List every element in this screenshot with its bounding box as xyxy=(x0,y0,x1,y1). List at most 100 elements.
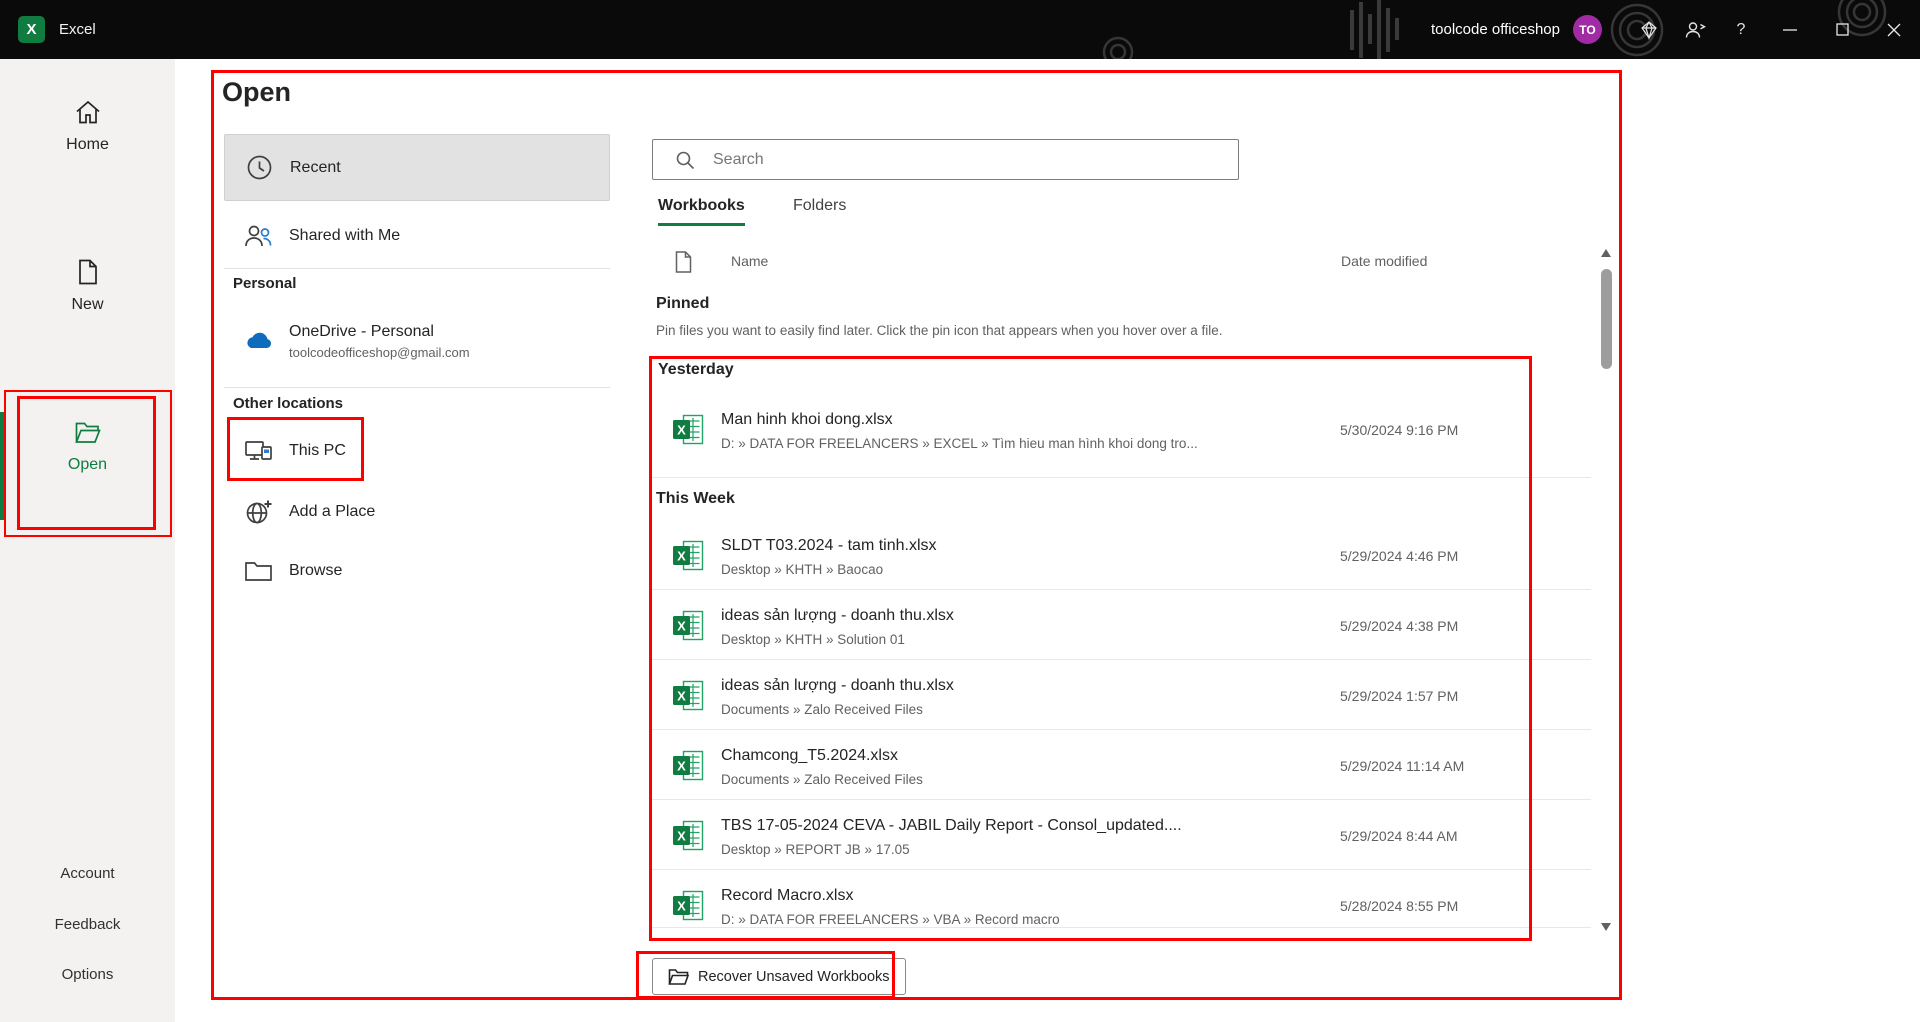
backstage-sidebar: Home New Open Account Feedback Options xyxy=(0,59,175,1022)
minimize-button[interactable] xyxy=(1764,0,1816,59)
scroll-down-arrow[interactable] xyxy=(1601,923,1611,931)
titlebar: X Excel toolcode officeshop TO ? xyxy=(0,0,1920,59)
location-onedrive[interactable]: OneDrive - Personal toolcodeofficeshop@g… xyxy=(224,305,610,377)
maximize-button[interactable] xyxy=(1816,0,1868,59)
excel-window: X Excel toolcode officeshop TO ? Home Ne… xyxy=(0,0,1920,1022)
file-row[interactable]: X Chamcong_T5.2024.xlsx Documents » Zalo… xyxy=(649,730,1591,800)
file-name: Chamcong_T5.2024.xlsx xyxy=(721,747,898,764)
divider xyxy=(224,268,610,269)
excel-logo-icon: X xyxy=(18,16,45,43)
file-date: 5/29/2024 11:14 AM xyxy=(1340,758,1465,774)
search-input[interactable] xyxy=(713,150,1238,169)
sidebar-item-home[interactable]: Home xyxy=(0,97,175,154)
sidebar-item-label: Open xyxy=(67,456,108,473)
file-date: 5/30/2024 9:16 PM xyxy=(1340,422,1459,438)
account-name[interactable]: toolcode officeshop xyxy=(1431,21,1560,38)
location-browse[interactable]: Browse xyxy=(224,543,610,599)
document-column-icon xyxy=(675,251,692,273)
onedrive-email: toolcodeofficeshop@gmail.com xyxy=(289,344,470,360)
location-label: Shared with Me xyxy=(289,227,401,244)
clock-icon xyxy=(247,155,272,180)
sidebar-item-new[interactable]: New xyxy=(0,257,175,314)
location-this-pc[interactable]: This PC xyxy=(224,423,610,479)
location-recent[interactable]: Recent xyxy=(224,134,610,201)
this-pc-icon xyxy=(245,440,272,460)
scrollbar-thumb[interactable] xyxy=(1601,269,1612,369)
avatar[interactable]: TO xyxy=(1573,15,1602,44)
file-path: Desktop » KHTH » Baocao xyxy=(721,562,884,577)
file-path: D: » DATA FOR FREELANCERS » VBA » Record… xyxy=(721,912,1060,927)
contact-icon[interactable] xyxy=(1672,0,1718,59)
file-path: Desktop » KHTH » Solution 01 xyxy=(721,632,905,647)
excel-file-icon: X xyxy=(672,413,705,446)
pinned-section-header: Pinned xyxy=(656,295,710,312)
tab-folders[interactable]: Folders xyxy=(793,197,846,223)
file-date: 5/28/2024 8:55 PM xyxy=(1340,898,1459,914)
file-date: 5/29/2024 4:46 PM xyxy=(1340,548,1459,564)
personal-section-header: Personal xyxy=(233,275,297,292)
this-week-section-header: This Week xyxy=(656,490,735,507)
file-path: Desktop » REPORT JB » 17.05 xyxy=(721,842,910,857)
scroll-up-arrow[interactable] xyxy=(1601,249,1611,257)
svg-text:X: X xyxy=(677,759,686,774)
file-row[interactable]: X Man hinh khoi dong.xlsx D: » DATA FOR … xyxy=(649,394,1591,478)
divider xyxy=(224,387,610,388)
home-icon xyxy=(75,100,100,124)
tab-workbooks[interactable]: Workbooks xyxy=(658,197,745,226)
gem-icon[interactable] xyxy=(1626,0,1672,59)
sidebar-item-feedback[interactable]: Feedback xyxy=(0,916,175,933)
scrollbar xyxy=(1599,245,1614,935)
globe-plus-icon xyxy=(246,500,272,523)
excel-file-icon: X xyxy=(672,819,705,852)
file-name: ideas sản lượng - doanh thu.xlsx xyxy=(721,677,954,694)
location-add-a-place[interactable]: Add a Place xyxy=(224,484,610,540)
excel-file-icon: X xyxy=(672,609,705,642)
folder-icon xyxy=(245,561,272,581)
excel-file-icon: X xyxy=(672,749,705,782)
open-backstage-page: Open Recent Shared with Me Personal OneD… xyxy=(175,59,1920,1022)
file-name: Record Macro.xlsx xyxy=(721,887,854,904)
excel-file-icon: X xyxy=(672,889,705,922)
location-label: OneDrive - Personal xyxy=(289,322,434,340)
recover-button-label: Recover Unsaved Workbooks xyxy=(698,968,890,985)
new-document-icon xyxy=(78,259,97,285)
file-row[interactable]: X ideas sản lượng - doanh thu.xlsx Docum… xyxy=(649,660,1591,730)
file-name: Man hinh khoi dong.xlsx xyxy=(721,411,893,428)
file-name: SLDT T03.2024 - tam tinh.xlsx xyxy=(721,537,937,554)
people-icon xyxy=(245,225,272,246)
file-row[interactable]: X SLDT T03.2024 - tam tinh.xlsx Desktop … xyxy=(649,520,1591,590)
file-row[interactable]: X TBS 17-05-2024 CEVA - JABIL Daily Repo… xyxy=(649,800,1591,870)
file-row[interactable]: X ideas sản lượng - doanh thu.xlsx Deskt… xyxy=(649,590,1591,660)
file-date: 5/29/2024 4:38 PM xyxy=(1340,618,1459,634)
file-path: Documents » Zalo Received Files xyxy=(721,702,923,717)
yesterday-section-header: Yesterday xyxy=(658,361,734,378)
file-row[interactable]: X Record Macro.xlsx D: » DATA FOR FREELA… xyxy=(649,870,1591,928)
search-box[interactable] xyxy=(652,139,1239,180)
location-label: This PC xyxy=(289,442,346,459)
recover-folder-icon xyxy=(668,968,689,985)
location-label: Add a Place xyxy=(289,503,376,520)
app-title: Excel xyxy=(59,21,96,38)
onedrive-cloud-icon xyxy=(247,332,272,348)
excel-file-icon: X xyxy=(672,679,705,712)
close-button[interactable] xyxy=(1868,0,1920,59)
svg-text:X: X xyxy=(677,619,686,634)
file-name: TBS 17-05-2024 CEVA - JABIL Daily Report… xyxy=(721,817,1182,834)
recover-unsaved-workbooks-button[interactable]: Recover Unsaved Workbooks xyxy=(652,958,906,995)
sidebar-item-open[interactable]: Open xyxy=(0,417,175,474)
file-date: 5/29/2024 1:57 PM xyxy=(1340,688,1459,704)
sidebar-item-options[interactable]: Options xyxy=(0,966,175,983)
svg-text:X: X xyxy=(677,423,686,438)
sidebar-item-account[interactable]: Account xyxy=(0,865,175,882)
location-shared-with-me[interactable]: Shared with Me xyxy=(224,207,610,265)
search-icon xyxy=(676,151,695,169)
column-header-name[interactable]: Name xyxy=(731,253,768,269)
open-folder-icon xyxy=(74,422,101,443)
file-path: Documents » Zalo Received Files xyxy=(721,772,923,787)
help-icon[interactable]: ? xyxy=(1718,0,1764,59)
column-header-date-modified[interactable]: Date modified xyxy=(1341,253,1427,269)
excel-file-icon: X xyxy=(672,539,705,572)
file-path: D: » DATA FOR FREELANCERS » EXCEL » Tìm … xyxy=(721,436,1198,451)
page-title: Open xyxy=(222,77,292,107)
svg-text:X: X xyxy=(677,549,686,564)
